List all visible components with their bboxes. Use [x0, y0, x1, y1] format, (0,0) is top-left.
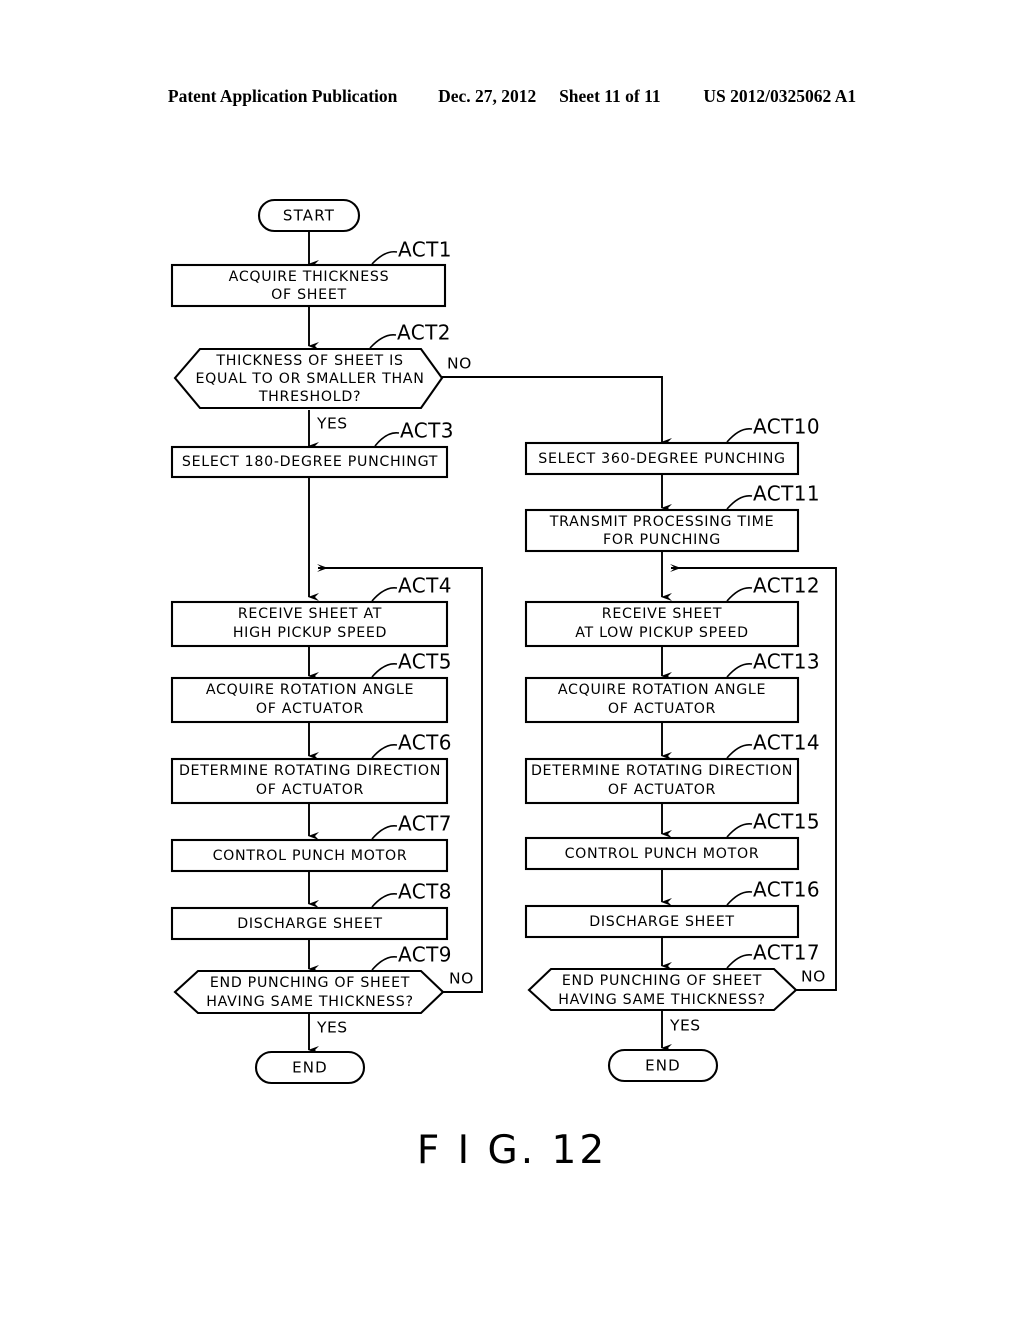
act8-leader	[371, 892, 398, 908]
act2-label-line1: THICKNESS OF SHEET IS	[215, 353, 403, 369]
act9-no-label: NO	[449, 970, 474, 988]
node-act4[interactable]: RECEIVE SHEET AT HIGH PICKUP SPEED ACT4	[170, 574, 452, 648]
act17-yes-label: YES	[669, 1017, 701, 1035]
node-end-right[interactable]: END	[607, 1048, 719, 1083]
act6-tag: ACT6	[398, 731, 452, 755]
act9-label-line1: END PUNCHING OF SHEET	[210, 975, 410, 991]
act7-tag: ACT7	[398, 812, 452, 836]
node-act2[interactable]: THICKNESS OF SHEET IS EQUAL TO OR SMALLE…	[173, 321, 472, 433]
flowchart-figure: START ACQUIRE THICKNESS OF SHEET ACT1 TH…	[170, 198, 837, 1085]
act14-leader	[726, 743, 753, 759]
act4-leader	[371, 586, 398, 602]
act14-label-line1: DETERMINE ROTATING DIRECTION	[531, 763, 793, 779]
act1-tag: ACT1	[398, 238, 452, 262]
act9-tag: ACT9	[398, 943, 452, 967]
end-right-terminal-label: END	[645, 1057, 681, 1075]
act11-label-line1: TRANSMIT PROCESSING TIME	[549, 514, 775, 530]
act1-label-line2: OF SHEET	[271, 287, 347, 303]
act16-tag: ACT16	[753, 878, 820, 902]
act12-label-line2: AT LOW PICKUP SPEED	[575, 625, 749, 641]
act10-label-line1: SELECT 360-DEGREE PUNCHING	[538, 451, 785, 467]
act2-yes-label: YES	[316, 415, 348, 433]
connector-act2-act10	[442, 376, 672, 446]
node-act1[interactable]: ACQUIRE THICKNESS OF SHEET ACT1	[170, 238, 452, 308]
figure-caption: F I G. 12	[416, 1128, 608, 1173]
act5-label-line1: ACQUIRE ROTATION ANGLE	[206, 682, 414, 698]
act17-label-line2: HAVING SAME THICKNESS?	[558, 992, 765, 1008]
act3-leader	[374, 431, 400, 447]
node-act17[interactable]: END PUNCHING OF SHEET HAVING SAME THICKN…	[527, 941, 826, 1035]
act6-label-line2: OF ACTUATOR	[256, 782, 364, 798]
act13-label-line2: OF ACTUATOR	[608, 701, 716, 717]
node-act5[interactable]: ACQUIRE ROTATION ANGLE OF ACTUATOR ACT5	[170, 650, 452, 724]
act13-leader	[726, 662, 753, 678]
act14-label-line2: OF ACTUATOR	[608, 782, 716, 798]
act2-no-label: NO	[447, 355, 472, 373]
node-start[interactable]: START	[257, 198, 361, 233]
act13-tag: ACT13	[753, 650, 820, 674]
act15-tag: ACT15	[753, 810, 820, 834]
act17-label-line1: END PUNCHING OF SHEET	[562, 973, 762, 989]
act4-label-line1: RECEIVE SHEET AT	[238, 606, 382, 622]
act10-leader	[726, 427, 753, 443]
act17-no-label: NO	[801, 968, 826, 986]
act7-leader	[371, 824, 398, 840]
act9-label-line2: HAVING SAME THICKNESS?	[206, 994, 413, 1010]
node-end-left[interactable]: END	[254, 1050, 366, 1085]
act16-label-line1: DISCHARGE SHEET	[589, 914, 735, 930]
act2-label-line2: EQUAL TO OR SMALLER THAN	[195, 371, 424, 387]
end-left-terminal-label: END	[292, 1059, 328, 1077]
act3-label-line1: SELECT 180-DEGREE PUNCHINGT	[182, 454, 438, 470]
node-act6[interactable]: DETERMINE ROTATING DIRECTION OF ACTUATOR…	[170, 731, 452, 805]
act2-label-line3: THRESHOLD?	[258, 389, 361, 405]
act12-label-line1: RECEIVE SHEET	[602, 606, 722, 622]
act7-label-line1: CONTROL PUNCH MOTOR	[213, 848, 408, 864]
act9-leader	[371, 955, 398, 971]
act9-yes-label: YES	[316, 1019, 348, 1037]
act13-label-line1: ACQUIRE ROTATION ANGLE	[558, 682, 766, 698]
act15-label-line1: CONTROL PUNCH MOTOR	[565, 846, 760, 862]
node-act7[interactable]: CONTROL PUNCH MOTOR ACT7	[170, 812, 452, 873]
node-act15[interactable]: CONTROL PUNCH MOTOR ACT15	[524, 810, 820, 871]
act2-leader	[369, 333, 397, 349]
act1-label-line1: ACQUIRE THICKNESS	[229, 269, 390, 285]
act15-leader	[726, 822, 753, 838]
patent-drawing-page: Patent Application Publication Dec. 27, …	[0, 0, 1024, 1320]
act14-tag: ACT14	[753, 731, 820, 755]
act1-leader	[371, 250, 398, 265]
node-act16[interactable]: DISCHARGE SHEET ACT16	[524, 878, 820, 939]
node-act11[interactable]: TRANSMIT PROCESSING TIME FOR PUNCHING AC…	[524, 482, 820, 553]
act5-leader	[371, 662, 398, 678]
act11-label-line2: FOR PUNCHING	[603, 532, 721, 548]
act2-tag: ACT2	[397, 321, 451, 345]
act11-leader	[726, 494, 753, 510]
start-terminal-label: START	[283, 207, 335, 225]
act10-tag: ACT10	[753, 415, 820, 439]
act3-tag: ACT3	[400, 419, 454, 443]
act12-leader	[726, 586, 753, 602]
act16-leader	[726, 890, 753, 906]
node-act10[interactable]: SELECT 360-DEGREE PUNCHING ACT10	[524, 415, 820, 476]
act17-tag: ACT17	[753, 941, 820, 965]
act4-label-line2: HIGH PICKUP SPEED	[233, 625, 387, 641]
act4-tag: ACT4	[398, 574, 452, 598]
act6-leader	[371, 743, 398, 759]
node-act12[interactable]: RECEIVE SHEET AT LOW PICKUP SPEED ACT12	[524, 574, 820, 648]
node-act14[interactable]: DETERMINE ROTATING DIRECTION OF ACTUATOR…	[524, 731, 820, 805]
node-act9[interactable]: END PUNCHING OF SHEET HAVING SAME THICKN…	[173, 943, 474, 1037]
act8-tag: ACT8	[398, 880, 452, 904]
act5-tag: ACT5	[398, 650, 452, 674]
act8-label-line1: DISCHARGE SHEET	[237, 916, 383, 932]
node-act13[interactable]: ACQUIRE ROTATION ANGLE OF ACTUATOR ACT13	[524, 650, 820, 724]
act11-tag: ACT11	[753, 482, 820, 506]
act6-label-line1: DETERMINE ROTATING DIRECTION	[179, 763, 441, 779]
node-act8[interactable]: DISCHARGE SHEET ACT8	[170, 880, 452, 941]
act12-tag: ACT12	[753, 574, 820, 598]
act5-label-line2: OF ACTUATOR	[256, 701, 364, 717]
node-act3[interactable]: SELECT 180-DEGREE PUNCHINGT ACT3	[170, 419, 454, 479]
act17-leader	[726, 953, 753, 969]
